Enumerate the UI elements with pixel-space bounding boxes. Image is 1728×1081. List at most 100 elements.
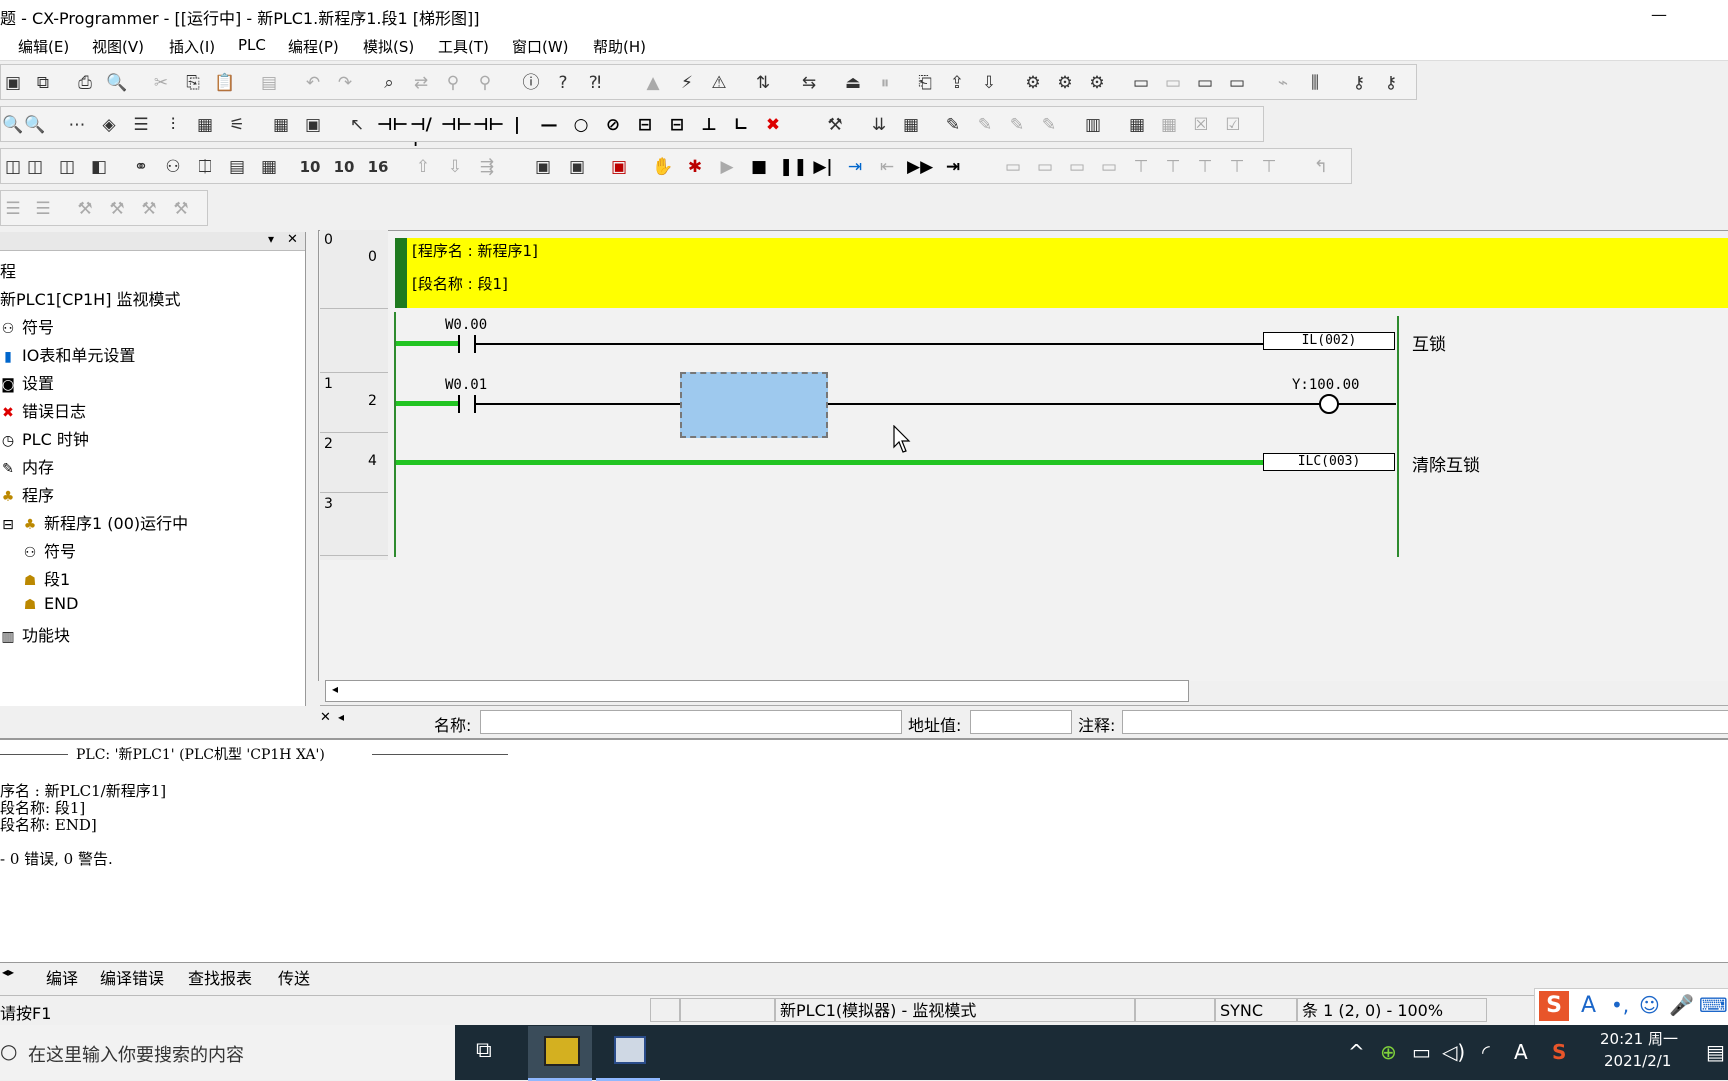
work-online-icon[interactable]: ⇆ [797, 71, 821, 95]
taskbar-app-simulator[interactable] [596, 1026, 660, 1081]
fb6-icon[interactable]: ⊤ [1161, 155, 1185, 179]
or-contact-nc-icon[interactable]: ⊣⊢ [473, 113, 504, 137]
fb5-icon[interactable]: ⊤ [1129, 155, 1153, 179]
scroll-left-icon[interactable]: ◂ [338, 710, 344, 724]
tree-item-programs[interactable]: ♣ 程序 [0, 482, 54, 506]
hand-icon[interactable]: ✋ [651, 155, 675, 179]
step-in-icon[interactable]: ⇥ [843, 155, 867, 179]
tree-item-error-log[interactable]: ✖ 错误日志 [0, 398, 86, 422]
tool-c-icon[interactable]: ⚒ [137, 197, 161, 221]
help-icon[interactable]: ? [551, 71, 575, 95]
breakpoint-icon[interactable]: ✱ [683, 155, 707, 179]
watch-window2-icon[interactable]: ▭ [1161, 71, 1185, 95]
select-tool-icon[interactable]: ↖ [345, 113, 369, 137]
instruction-box[interactable]: ILC(003) [1263, 453, 1395, 471]
comment-field[interactable] [1122, 710, 1728, 734]
binary-display-button[interactable]: 10 [297, 155, 323, 179]
coil-nc-icon[interactable]: ⊘ [601, 113, 625, 137]
monitor-window-icon[interactable]: ▦ [193, 113, 217, 137]
no-contact[interactable] [458, 395, 476, 413]
battery-icon[interactable]: ▭ [1412, 1040, 1431, 1064]
taskbar-search[interactable]: ○ 在这里输入你要搜索的内容 [0, 1025, 455, 1080]
tab-find-report[interactable]: 查找报表 [188, 965, 252, 989]
contact-nc-icon[interactable]: ⊣/⊢ [409, 113, 433, 159]
zoom-out-icon[interactable]: 🔍 [23, 113, 47, 137]
address-ref-icon[interactable]: ▭ [1225, 71, 1249, 95]
unlock-icon[interactable]: ⚷ [1379, 71, 1403, 95]
step-out-icon[interactable]: ⇤ [875, 155, 899, 179]
tree-item-plc[interactable]: 新PLC1[CP1H] 监视模式 [0, 286, 181, 310]
instruction-icon[interactable]: ⊟ [633, 113, 657, 137]
hex-display-button[interactable]: 16 [365, 155, 391, 179]
watch-window-icon[interactable]: ▭ [1129, 71, 1153, 95]
edit-rung4-icon[interactable]: ✎ [1037, 113, 1061, 137]
monitor-icon[interactable]: ⚡ [675, 71, 699, 95]
window2-icon[interactable]: ◫ [23, 155, 47, 179]
tool-b-icon[interactable]: ⚒ [105, 197, 129, 221]
wifi-icon[interactable]: ◜ [1482, 1040, 1490, 1064]
replace-icon[interactable]: ⇄ [409, 71, 433, 95]
continuous-step-icon[interactable]: ▶▶ [907, 155, 933, 179]
find-ref-icon[interactable]: ⚲ [441, 71, 465, 95]
ime-lang-icon[interactable]: A [1581, 993, 1596, 1018]
download-icon[interactable]: ⇩ [977, 71, 1001, 95]
decimal-display-button[interactable]: 10 [331, 155, 357, 179]
no-contact[interactable] [458, 335, 476, 353]
properties-icon[interactable]: ⧉ [31, 71, 55, 95]
tree-item-section1[interactable]: ☗ 段1 [22, 566, 70, 590]
run-icon[interactable]: ▶ [715, 155, 739, 179]
contact-bool-icon[interactable]: ⊥ [697, 113, 721, 137]
force-off-icon[interactable]: ⚙ [1053, 71, 1077, 95]
fb3-icon[interactable]: ▭ [1065, 155, 1089, 179]
window3-icon[interactable]: ◫ [55, 155, 79, 179]
tree-item-io-table[interactable]: ▮ IO表和单元设置 [0, 342, 135, 366]
window-icon[interactable]: ◫ [1, 155, 25, 179]
pause-mode-icon[interactable]: ⏸ [873, 71, 897, 95]
io-view4-icon[interactable]: ☑ [1221, 113, 1245, 137]
save-icon[interactable]: ▣ [1, 71, 25, 95]
force-cancel-icon[interactable]: ⚙ [1085, 71, 1109, 95]
info-icon[interactable]: ⓘ [519, 71, 543, 95]
vertical-line-icon[interactable]: | [505, 113, 529, 137]
window4-icon[interactable]: ◧ [87, 155, 111, 179]
cut-icon[interactable]: ✂ [149, 71, 173, 95]
menu-simulate[interactable]: 模拟(S) [363, 36, 414, 57]
clock-date[interactable]: 2021/2/1 [1604, 1052, 1671, 1070]
coil-icon[interactable]: ○ [569, 113, 593, 137]
io-comment-icon[interactable]: ⌁ [1271, 71, 1295, 95]
table-icon[interactable]: ▦ [257, 155, 281, 179]
online-icon[interactable]: ▲ [641, 71, 665, 95]
pause-icon[interactable]: ❚❚ [779, 155, 808, 179]
step-icon[interactable]: ▶| [811, 155, 835, 179]
edit-rung-icon[interactable]: ✎ [941, 113, 965, 137]
tray-app-icon[interactable]: ⊕ [1380, 1040, 1397, 1064]
sim-window-icon[interactable]: ▣ [531, 155, 555, 179]
scroll-left-icon[interactable]: ◂ [332, 682, 338, 696]
io-view2-icon[interactable]: ▦ [1157, 113, 1181, 137]
find-icon[interactable]: ⌕ [377, 71, 401, 95]
ime-punct-icon[interactable]: •, [1611, 993, 1629, 1017]
minimize-button[interactable]: — [1636, 0, 1682, 30]
horizontal-line-icon[interactable]: — [537, 113, 561, 137]
compare-icon[interactable]: ⎗ [913, 71, 937, 95]
copy-icon[interactable]: ⎘ [181, 71, 205, 95]
fb2-icon[interactable]: ▭ [1033, 155, 1057, 179]
zoom-in-icon[interactable]: 🔍 [1, 113, 25, 137]
close-icon[interactable]: ✕ [320, 710, 331, 725]
transfer-changes-icon[interactable]: ⇊ [867, 113, 891, 137]
cancel-edit-icon[interactable]: ▦ [899, 113, 923, 137]
symbol2-icon[interactable]: ⚇ [161, 155, 185, 179]
tree-item-settings[interactable]: ◙ 设置 [0, 370, 54, 394]
indent-icon[interactable]: ☰ [1, 197, 25, 221]
book-icon[interactable]: ⎅ [193, 155, 217, 179]
taskbar-app-cx-programmer[interactable] [528, 1026, 592, 1081]
up-icon[interactable]: ⇧ [411, 155, 435, 179]
pin-icon[interactable]: ▾ [268, 232, 274, 246]
force-on-icon[interactable]: ⚙ [1021, 71, 1045, 95]
scan-step-icon[interactable]: ⇥ [941, 155, 965, 179]
diff-monitor-icon[interactable]: ⚠ [707, 71, 731, 95]
contact-no-icon[interactable]: ⊣⊢ [377, 113, 408, 137]
program-window-icon[interactable]: ⫶ [161, 113, 185, 137]
fb4-icon[interactable]: ▭ [1097, 155, 1121, 179]
address-field[interactable] [970, 710, 1072, 734]
